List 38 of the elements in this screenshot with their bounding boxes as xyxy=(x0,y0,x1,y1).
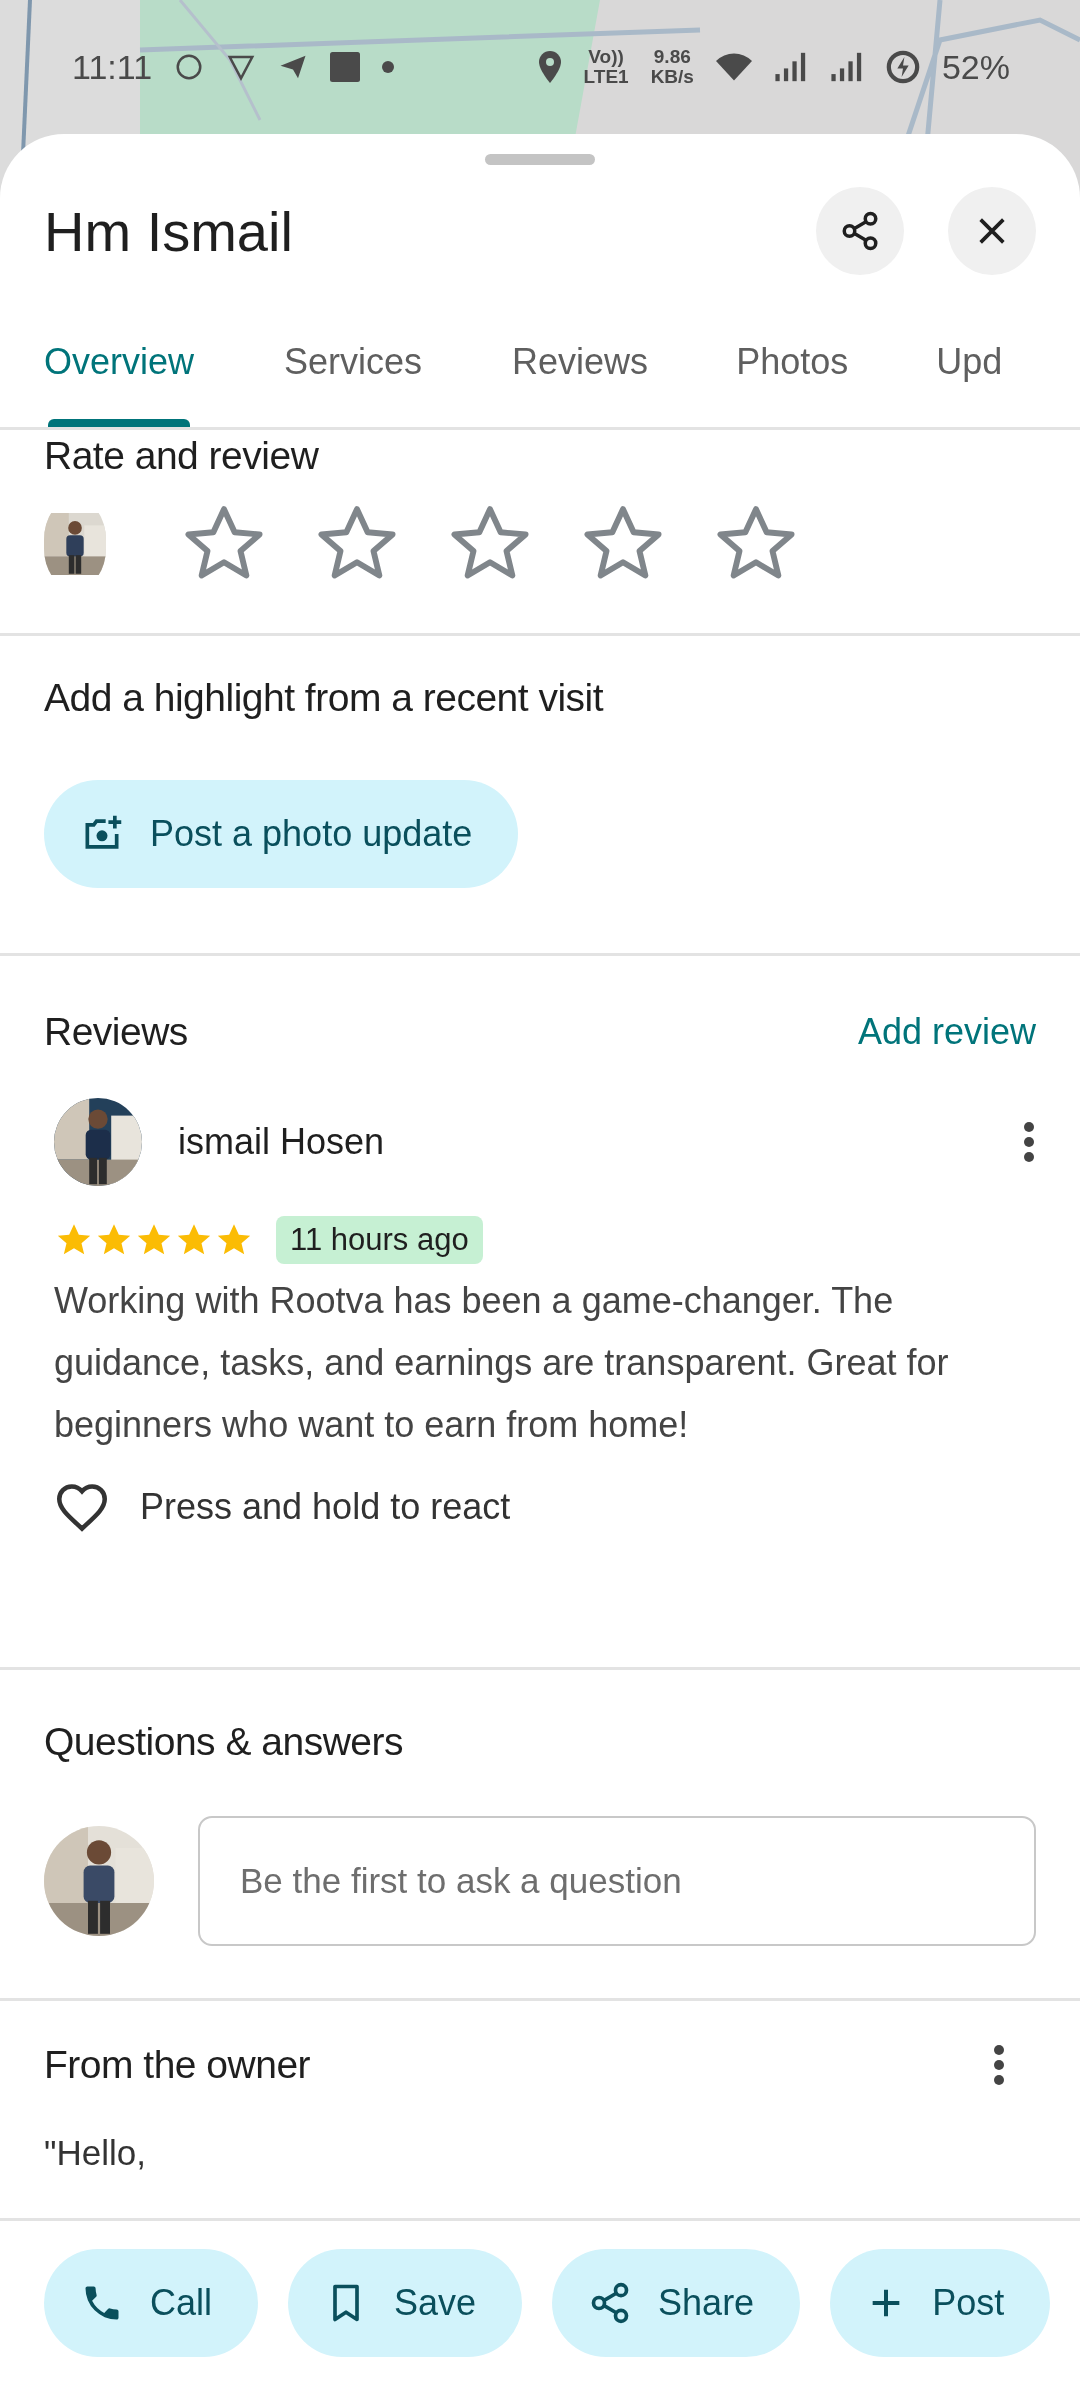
battery-charging-icon xyxy=(885,50,920,84)
add-review-link[interactable]: Add review xyxy=(857,1011,1036,1053)
section-title: Reviews xyxy=(44,1010,188,1054)
more-options-icon[interactable] xyxy=(1022,1121,1036,1163)
network-label: Vo)) LTE1 xyxy=(583,47,629,87)
review-time: 11 hours ago xyxy=(276,1216,483,1264)
signal-icon xyxy=(829,52,864,82)
location-icon xyxy=(537,51,562,83)
wifi-icon xyxy=(715,52,752,82)
drag-handle[interactable] xyxy=(485,154,595,165)
section-title: From the owner xyxy=(44,2043,311,2087)
post-photo-update-button[interactable]: Post a photo update xyxy=(44,780,519,888)
tab[interactable]: Overview xyxy=(44,297,195,427)
heart-icon[interactable] xyxy=(54,1482,110,1532)
place-title: Hm Ismail xyxy=(44,198,294,264)
section-title: Rate and review xyxy=(44,434,320,478)
section-title: Add a highlight from a recent visit xyxy=(44,676,605,720)
react-hint: Press and hold to react xyxy=(140,1486,511,1528)
signal-icon xyxy=(773,52,808,82)
tab[interactable]: Upd xyxy=(936,297,1003,427)
tab[interactable]: Photos xyxy=(736,297,849,427)
save-button[interactable]: Save xyxy=(288,2249,523,2357)
post-button[interactable]: Post xyxy=(830,2249,1051,2357)
dot-icon xyxy=(382,61,395,73)
tab[interactable]: Services xyxy=(284,297,423,427)
reviewer-name: ismail Hosen xyxy=(178,1121,386,1163)
owner-message: "Hello, xyxy=(44,2132,147,2174)
battery-percentage: 52% xyxy=(941,47,1010,87)
more-options-icon[interactable] xyxy=(992,2044,1006,2086)
share-button[interactable]: Share xyxy=(552,2249,801,2357)
clock: 11:11 xyxy=(72,47,153,87)
section-title: Questions & answers xyxy=(44,1720,404,1764)
call-button[interactable]: Call xyxy=(44,2249,258,2357)
question-input[interactable]: Be the first to ask a question xyxy=(198,1816,1036,1946)
tab[interactable]: Reviews xyxy=(512,297,649,427)
review-text: Working with Rootva has been a game-changer. The guidance, tasks, and earnings are transparent. Great for beginners who want to earn from home! xyxy=(54,1279,950,1447)
app-icon xyxy=(330,52,361,82)
network-speed: 9.86 KB/s xyxy=(650,47,694,87)
